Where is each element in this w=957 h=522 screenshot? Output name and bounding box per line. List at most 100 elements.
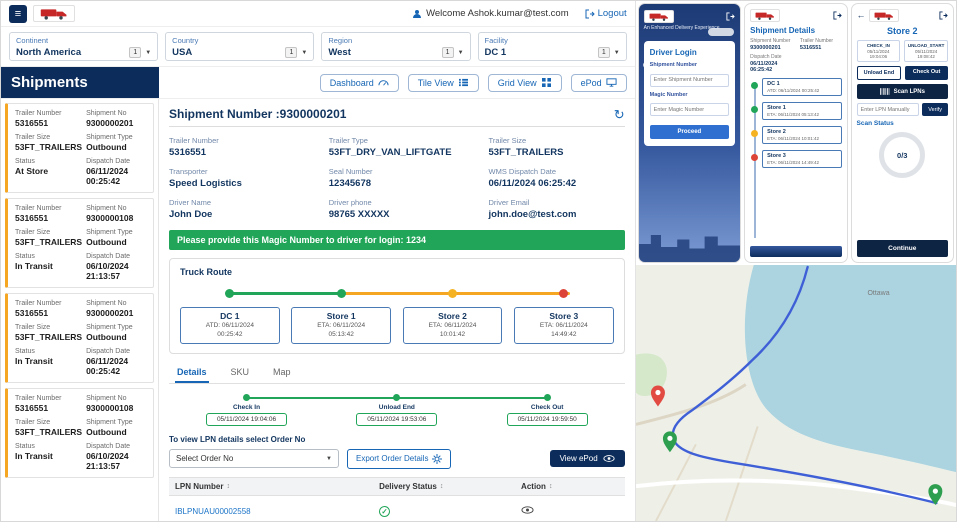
field-label: Trailer Type — [328, 136, 368, 145]
region-badge: 1 — [441, 47, 454, 58]
logout-button[interactable]: Logout — [585, 8, 627, 19]
grid-view-button[interactable]: Grid View — [487, 73, 562, 92]
stop-name: Store 1 — [326, 311, 356, 321]
tile-view-button[interactable]: Tile View — [407, 73, 479, 92]
shipment-list: Trailer Number 5316551 Shipment No 9300000… — [1, 99, 159, 521]
timeline-stop-store2[interactable]: Store 2 ETA: 06/11/2024 10:01:42 — [751, 126, 843, 144]
field-value: 5316551 — [169, 147, 206, 158]
logout-icon[interactable] — [726, 12, 735, 21]
sort-icon: ↕ — [226, 482, 230, 490]
column-lpn-number[interactable]: LPN Number ↕ — [175, 482, 379, 491]
tab-map[interactable]: Map — [271, 363, 293, 383]
shipment-fields: Trailer Number 5316551 Trailer Type 53FT_D… — [169, 136, 625, 220]
store-status-stepper: Check In 05/11/2024 19:04:06 Unload End … — [169, 393, 625, 426]
page-header: Shipments Dashboard Tile View Grid View … — [1, 67, 635, 99]
view-epod-button[interactable]: View ePod — [549, 450, 625, 468]
timeline-stop-dc1[interactable]: DC 1 ATD: 06/11/2024 00:25:42 — [751, 78, 843, 96]
unload-end-button[interactable]: Unload End — [856, 66, 902, 80]
scan-lpns-button[interactable]: Scan LPNs — [856, 84, 948, 99]
logout-icon[interactable] — [939, 11, 948, 20]
facility-select[interactable]: Facility DC 1 1 ▼ — [477, 32, 627, 61]
dashboard-button[interactable]: Dashboard — [319, 73, 399, 92]
field-value: 5316551 — [799, 45, 822, 51]
export-order-details-button[interactable]: Export Order Details — [347, 448, 452, 469]
truck-icon — [755, 12, 774, 20]
stop-time: ETA: 06/11/2024 14:49:42 — [539, 322, 588, 338]
column-delivery-status[interactable]: Delivery Status ↕ — [379, 482, 521, 491]
check-out-button[interactable]: Check Out — [905, 66, 948, 80]
stop-time: ETA: 06/11/2024 10:01:42 — [428, 322, 477, 338]
refresh-icon[interactable]: ↻ — [614, 108, 625, 121]
value-trailer-size: 53FT_TRAILERS — [15, 332, 83, 342]
step-label: Unload End — [378, 403, 415, 411]
route-stop-store3[interactable]: Store 3 ETA: 06/11/2024 14:49:42 — [513, 289, 614, 344]
field-label: Trailer Number — [169, 136, 219, 145]
timeline-stop-store3[interactable]: Store 3 ETA: 06/11/2024 14:49:42 — [751, 150, 843, 168]
value-trailer-number: 5316551 — [15, 308, 49, 318]
back-icon[interactable]: ← — [857, 11, 866, 20]
tab-sku[interactable]: SKU — [229, 363, 252, 383]
label-trailer-number: Trailer Number — [15, 300, 62, 307]
logout-icon[interactable] — [832, 11, 842, 20]
country-select[interactable]: Country USA 1 ▼ — [165, 32, 315, 61]
stop-name: DC 1 — [220, 311, 240, 321]
continue-button[interactable]: Continue — [856, 240, 948, 257]
facility-label: Facility — [484, 36, 508, 45]
shipment-number-input[interactable] — [649, 73, 730, 87]
label-trailer-number: Trailer Number — [15, 205, 62, 212]
field-value: 06/11/2024 06:25:42 — [750, 61, 778, 73]
stop-name: Store 3 — [549, 311, 579, 321]
step-label: Check Out — [530, 403, 564, 411]
lpn-table-header: LPN Number ↕ Delivery Status ↕ Action ↕ — [169, 476, 625, 496]
tab-details[interactable]: Details — [175, 363, 209, 383]
grid-icon — [541, 78, 551, 87]
chip-label: UNLOAD_START — [907, 43, 945, 48]
shipment-card-4[interactable]: Trailer Number 5316551 Shipment No 9300000… — [5, 388, 154, 478]
gear-icon — [432, 453, 443, 464]
verify-button[interactable]: Verify — [922, 103, 948, 116]
truck-icon — [649, 13, 668, 21]
shipment-card-2[interactable]: Trailer Number 5316551 Shipment No 9300000… — [5, 198, 154, 288]
topbar: ≡ Welcome Ashok.kumar@test.com Logout — [1, 1, 635, 27]
order-no-select[interactable]: Select Order No ▼ — [169, 449, 339, 469]
region-value: West — [328, 47, 351, 58]
view-epod-label: View ePod — [559, 454, 598, 464]
continent-value: North America — [16, 47, 82, 58]
lpn-link[interactable]: IBLPNUAU00002558 — [175, 507, 251, 516]
value-shipment-no: 9300000108 — [86, 403, 134, 413]
field-value: 12345678 — [328, 178, 372, 189]
magic-number-label: Magic Number — [649, 91, 688, 98]
label-shipment-type: Shipment Type — [86, 134, 133, 141]
route-stop-store1[interactable]: Store 1 ETA: 06/11/2024 05:13:42 — [291, 289, 392, 344]
route-stop-dc1[interactable]: DC 1 ATD: 06/11/2024 00:25:42 — [180, 289, 280, 344]
proceed-button[interactable]: Proceed — [649, 125, 730, 139]
route-stop-store2[interactable]: Store 2 ETA: 06/11/2024 10:01:42 — [402, 289, 503, 344]
epod-button[interactable]: ePod — [570, 73, 627, 92]
grid-view-label: Grid View — [497, 77, 537, 88]
scan-progress-value: 0/3 — [897, 150, 908, 160]
chevron-down-icon: ▼ — [326, 455, 332, 462]
step-dot — [243, 393, 251, 401]
facility-badge: 1 — [597, 47, 610, 58]
shipment-card-1[interactable]: Trailer Number 5316551 Shipment No 9300000… — [5, 103, 154, 193]
timeline-stop-store1[interactable]: Store 1 ETA: 06/11/2024 05:13:42 — [751, 102, 843, 120]
label-status: Status — [15, 158, 35, 165]
field-label: Driver Name — [169, 198, 212, 207]
magic-number-input[interactable] — [649, 103, 730, 116]
table-row[interactable]: IBLPNUAU00002558 — [169, 496, 625, 521]
menu-icon[interactable]: ≡ — [9, 4, 27, 23]
column-label: Action — [521, 481, 546, 491]
country-value: USA — [172, 47, 193, 58]
order-select-value: Select Order No — [176, 454, 234, 464]
store-screen: ← Store 2 CHECK_IN 05/11/2024 19:04:06 U… — [850, 3, 954, 263]
lpn-manual-input[interactable] — [856, 103, 920, 116]
route-map[interactable]: Ottawa — [635, 265, 956, 521]
continent-select[interactable]: Continent North America 1 ▼ — [9, 32, 159, 61]
label-shipment-no: Shipment No — [86, 110, 127, 117]
dashboard-label: Dashboard — [329, 77, 374, 88]
app-screen: ≡ Welcome Ashok.kumar@test.com Logout Co… — [0, 0, 957, 522]
region-select[interactable]: Region West 1 ▼ — [321, 32, 471, 61]
column-action[interactable]: Action ↕ — [521, 482, 619, 491]
shipment-card-3[interactable]: Trailer Number 5316551 Shipment No 9300000… — [5, 293, 154, 383]
view-action-eye-icon[interactable] — [521, 505, 534, 514]
